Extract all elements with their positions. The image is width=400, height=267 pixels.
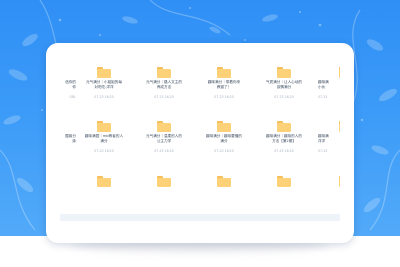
folder-name: 趣味满分｜趣味要懂的 满分 — [206, 134, 242, 143]
folder-item[interactable]: 元气满分｜路人文主的 养成方法 07-23 16:20 — [136, 64, 192, 116]
folder-item[interactable] — [318, 173, 340, 225]
folder-name — [136, 189, 192, 200]
laptop-frame: 信你的 你 ORL 元气满分｜小姐姐的每 对吃吃-洋洋 07-23 16:20 元气满分… — [46, 43, 354, 243]
folder-icon — [277, 176, 291, 187]
folder-item[interactable]: 气质满分｜让人心动的 欲情满分 07-23 16:20 — [256, 64, 312, 116]
folder-date: 07-23 16:20 — [274, 95, 294, 99]
folder-item[interactable]: 趣味满 小伙 07-23 — [318, 64, 340, 116]
folder-item[interactable]: 信你的 你 ORL — [60, 64, 76, 116]
folder-item[interactable]: 趣味满分｜趣味要懂的 满分 07-23 16:20 — [196, 118, 252, 170]
folder-icon — [217, 176, 231, 187]
folder-item[interactable] — [76, 173, 132, 225]
folder-date: 07-23 16:20 — [94, 95, 114, 99]
folder-icon — [339, 121, 340, 132]
folder-item[interactable]: 趣味满分｜带着你来 教猫了！ 07-23 16:20 — [196, 64, 252, 116]
folder-date: 07-23 16:20 — [214, 95, 234, 99]
folder-item[interactable] — [196, 173, 252, 225]
folder-date: 07-23 16:20 — [154, 149, 174, 153]
folder-date: 07-23 — [318, 149, 328, 153]
folder-icon — [217, 67, 231, 78]
folder-date: 07-23 — [318, 95, 328, 99]
folder-icon — [97, 67, 111, 78]
folder-item[interactable]: 趣味满 洋洋 07-23 — [318, 118, 340, 170]
folder-name — [60, 189, 76, 200]
folder-item[interactable] — [60, 173, 76, 225]
folder-name: 酸爽分 妹 — [65, 134, 76, 143]
folder-item[interactable]: 酸爽分 妹 — [60, 118, 76, 170]
folder-icon — [97, 121, 111, 132]
folder-date: 07-23 16:20 — [274, 149, 294, 153]
folder-name — [256, 189, 312, 200]
folder-date: 07-23 16:20 — [154, 95, 174, 99]
folder-icon — [277, 121, 291, 132]
folder-name: 气质满分｜让人心动的 欲情满分 — [266, 80, 302, 89]
folder-item[interactable]: 元气满分｜温柔的人的 公主力学 07-23 16:20 — [136, 118, 192, 170]
folder-name — [76, 189, 132, 200]
folder-icon — [277, 67, 291, 78]
folder-icon — [339, 176, 340, 187]
folder-name: 元气满分｜温柔的人的 公主力学 — [146, 134, 182, 143]
folder-item[interactable] — [136, 173, 192, 225]
folder-icon — [157, 67, 171, 78]
folder-item[interactable] — [256, 173, 312, 225]
folder-date: 07-23 16:20 — [94, 149, 114, 153]
folder-item[interactable]: 元气满分｜小姐姐的每 对吃吃-洋洋 07-23 16:20 — [76, 64, 132, 116]
folder-icon — [97, 176, 111, 187]
folder-date: 07-23 16:20 — [214, 149, 234, 153]
folder-name: 趣味满分｜趣味的人的 方法【第2期】 — [266, 134, 302, 143]
folder-name — [196, 189, 252, 200]
folder-name: 信你的 你 — [65, 80, 76, 89]
folder-name — [318, 189, 340, 200]
folder-name: 趣味满 洋洋 — [318, 134, 329, 143]
folder-date: ORL — [69, 95, 77, 99]
folder-name: 趣味满园｜mb等者的人 满分 — [84, 134, 124, 143]
folder-name: 元气满分｜小姐姐的每 对吃吃-洋洋 — [86, 80, 122, 89]
file-grid-screen: 信你的 你 ORL 元气满分｜小姐姐的每 对吃吃-洋洋 07-23 16:20 元气满分… — [60, 56, 340, 239]
folder-item[interactable]: 趣味满园｜mb等者的人 满分 07-23 16:20 — [76, 118, 132, 170]
folder-icon — [217, 121, 231, 132]
folder-icon — [157, 121, 171, 132]
folder-item[interactable]: 趣味满分｜趣味的人的 方法【第2期】 07-23 16:20 — [256, 118, 312, 170]
folder-name: 趣味满 小伙 — [318, 80, 329, 89]
folder-icon — [339, 67, 340, 78]
folder-icon — [157, 176, 171, 187]
folder-name: 趣味满分｜带着你来 教猫了！ — [207, 80, 241, 89]
folder-name: 元气满分｜路人文主的 养成方法 — [146, 80, 182, 89]
